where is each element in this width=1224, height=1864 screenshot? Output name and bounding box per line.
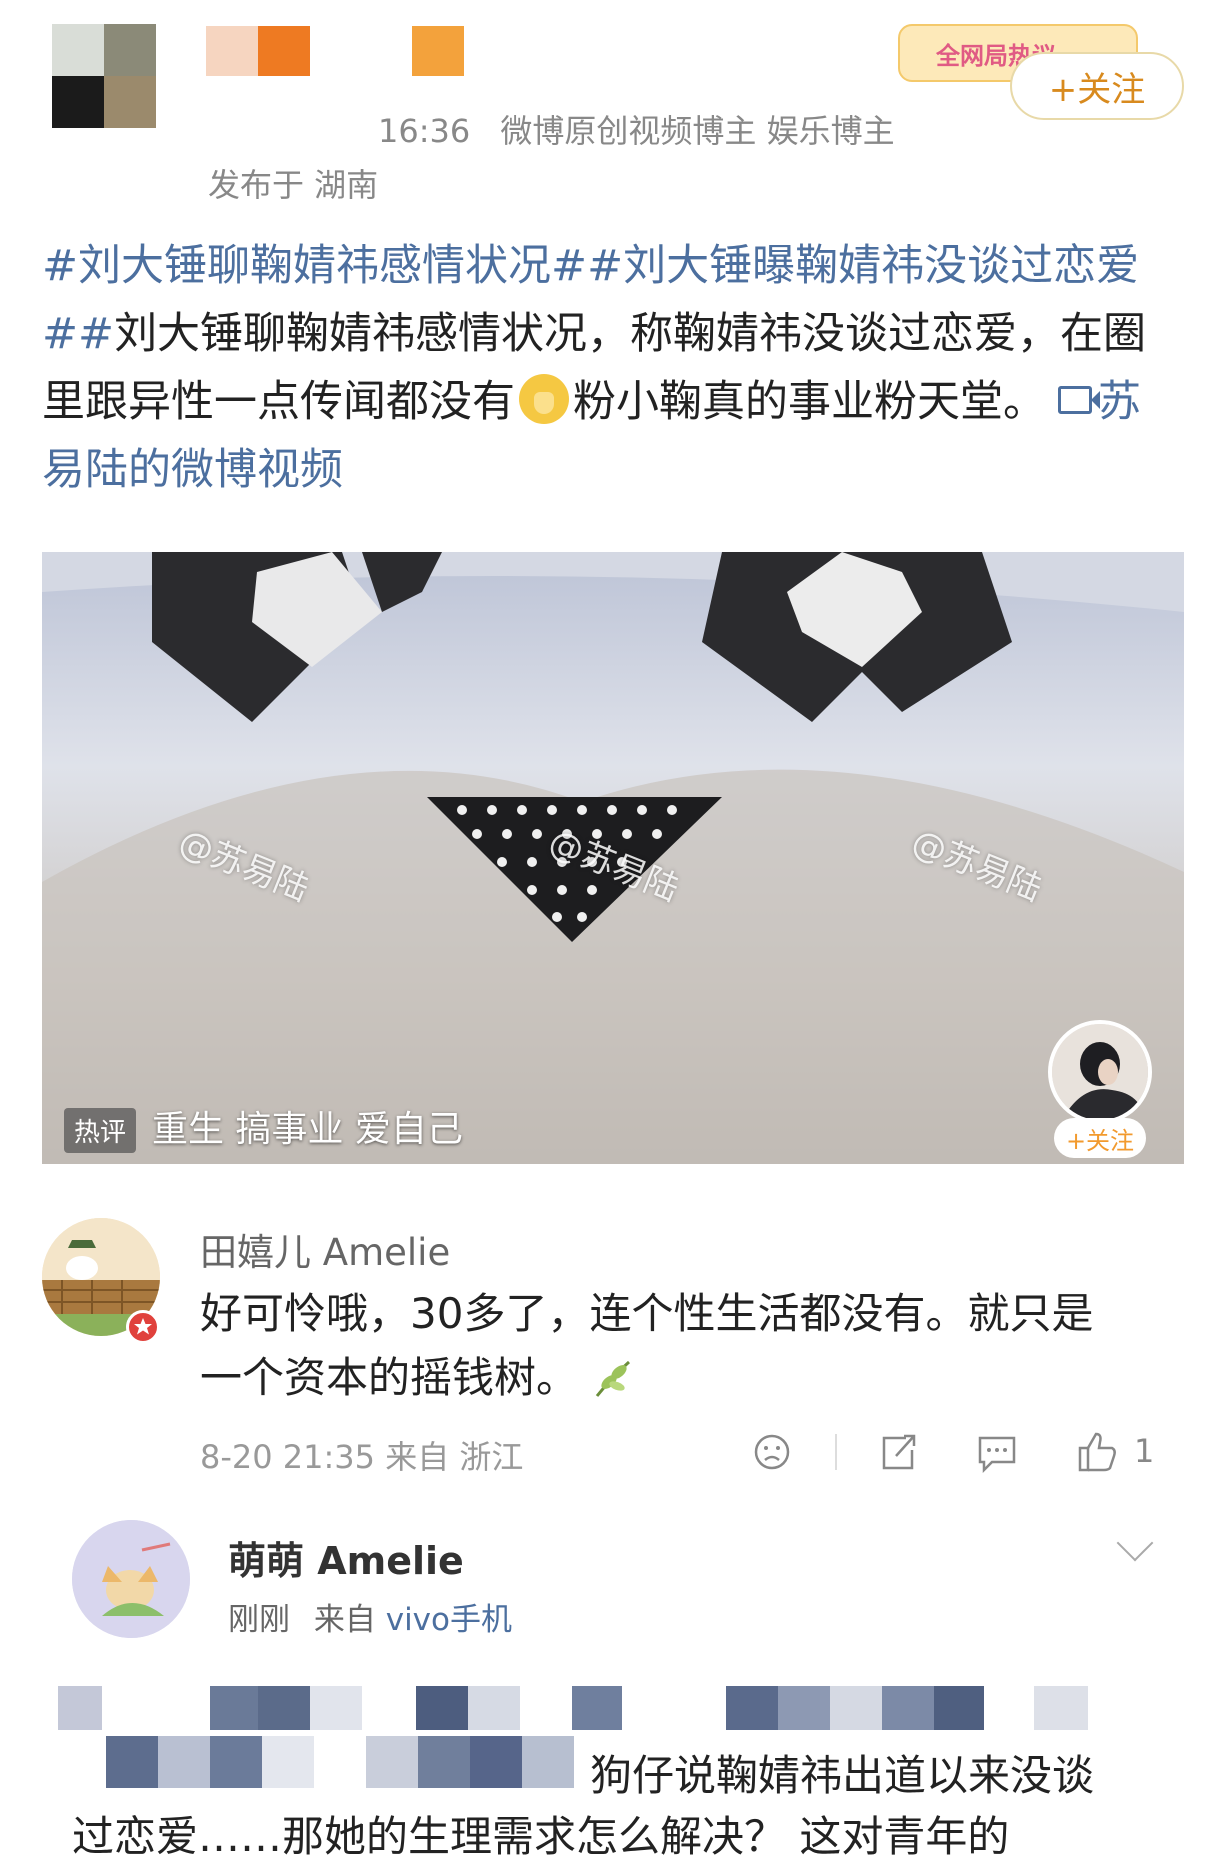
mosaic-cell xyxy=(310,1686,362,1730)
mosaic-cell xyxy=(1034,1686,1088,1730)
mosaic-cell xyxy=(262,1736,314,1788)
creator-follow-label: +关注 xyxy=(1065,1126,1135,1155)
dislike-icon[interactable] xyxy=(752,1428,792,1476)
like-icon[interactable] xyxy=(1076,1428,1118,1476)
comment-avatar[interactable] xyxy=(72,1520,190,1638)
creator-avatar-image xyxy=(1052,1024,1148,1120)
comment-author[interactable]: 田嬉儿 Amelie xyxy=(200,1222,450,1276)
mosaic-cell xyxy=(106,1736,158,1788)
mosaic-cell xyxy=(52,76,104,128)
mosaic-cell xyxy=(470,1736,522,1788)
comment-text-line: 一个资本的摇钱树。 xyxy=(200,1346,1160,1410)
mosaic-cell xyxy=(210,1686,258,1730)
mosaic-cell xyxy=(158,1736,210,1788)
mosaic-cell xyxy=(726,1686,778,1730)
verified-badge-icon xyxy=(126,1310,160,1344)
repost-text: 过恋爱……那她的生理需求怎么解决？ 这对青年的 xyxy=(72,1812,1010,1861)
post-time: 16:36 xyxy=(378,112,471,150)
mosaic-cell xyxy=(258,26,310,76)
mosaic-cell xyxy=(206,26,258,76)
comment-author[interactable]: 萌萌 Amelie xyxy=(228,1530,464,1585)
comment-text-line: 好可怜哦，30多了，连个性生活都没有。就只是 xyxy=(200,1289,1094,1338)
hashtag-link[interactable]: #刘大锤聊鞠婧祎感情状况# xyxy=(42,241,587,291)
post-text-end: 粉小鞠真的事业粉天堂。 xyxy=(573,377,1046,427)
praying-emoji-icon xyxy=(519,374,569,424)
chevron-down-icon[interactable] xyxy=(1116,1524,1154,1562)
comment-icon[interactable] xyxy=(976,1428,1018,1476)
mosaic-cell xyxy=(522,1736,574,1788)
share-icon[interactable] xyxy=(876,1428,918,1476)
hot-comment-text: 重生 搞事业 爱自己 xyxy=(152,1109,463,1150)
video-icon xyxy=(1058,386,1100,414)
mosaic-cell xyxy=(778,1686,830,1730)
divider xyxy=(835,1434,837,1470)
comment-device: vivo手机 xyxy=(385,1602,512,1638)
mosaic-cell xyxy=(258,1686,310,1730)
mosaic-cell xyxy=(416,1686,468,1730)
leaf-emoji-icon xyxy=(596,1360,631,1397)
mosaic-cell xyxy=(210,1736,262,1788)
mosaic-cell xyxy=(366,1736,418,1788)
follow-button[interactable]: +关注 xyxy=(1010,52,1184,120)
post-location: 发布于 湖南 xyxy=(208,166,379,204)
mosaic-cell xyxy=(418,1736,470,1788)
avatar-image xyxy=(72,1520,190,1638)
mosaic-cell xyxy=(104,76,156,128)
mosaic-cell xyxy=(58,1686,102,1730)
comment-meta: 8-20 21:35 来自 浙江 xyxy=(200,1438,524,1476)
hashtag-link[interactable]: # xyxy=(78,309,114,359)
author-badges: 微博原创视频博主 娱乐博主 xyxy=(500,112,895,150)
comment-text: 好可怜哦，30多了，连个性生活都没有。就只是 一个资本的摇钱树。 xyxy=(200,1282,1160,1410)
mosaic-cell xyxy=(412,26,464,76)
hot-comment-tag: 热评 xyxy=(64,1108,137,1153)
star-icon xyxy=(134,1318,152,1335)
comment-meta: 刚刚 来自 vivo手机 xyxy=(228,1594,512,1639)
video-player[interactable]: @苏易陆 @苏易陆 @苏易陆 +关注 热评 重生 搞事业 爱自己 xyxy=(42,552,1184,1164)
like-count: 1 xyxy=(1134,1432,1155,1470)
mosaic-cell xyxy=(572,1686,622,1730)
comment-source-prefix: 来自 xyxy=(313,1602,376,1638)
video-creator-avatar[interactable] xyxy=(1048,1020,1152,1124)
mosaic-cell xyxy=(934,1686,984,1730)
mosaic-cell xyxy=(882,1686,934,1730)
comment-time: 刚刚 xyxy=(228,1602,290,1638)
follow-button-label: +关注 xyxy=(1048,69,1146,110)
repost-text: 狗仔说鞠婧祎出道以来没谈 xyxy=(590,1751,1095,1800)
mosaic-cell xyxy=(104,24,156,76)
mosaic-cell xyxy=(52,24,104,76)
post-body: #刘大锤聊鞠婧祎感情状况##刘大锤曝鞠婧祎没谈过恋爱##刘大锤聊鞠婧祎感情状况，… xyxy=(42,232,1182,504)
post-meta: 16:36 微博原创视频博主 娱乐博主 xyxy=(378,106,895,152)
mosaic-cell xyxy=(830,1686,882,1730)
mosaic-cell xyxy=(468,1686,520,1730)
creator-follow-button[interactable]: +关注 xyxy=(1054,1118,1146,1158)
comment-text-end: 一个资本的摇钱树。 xyxy=(200,1353,579,1402)
